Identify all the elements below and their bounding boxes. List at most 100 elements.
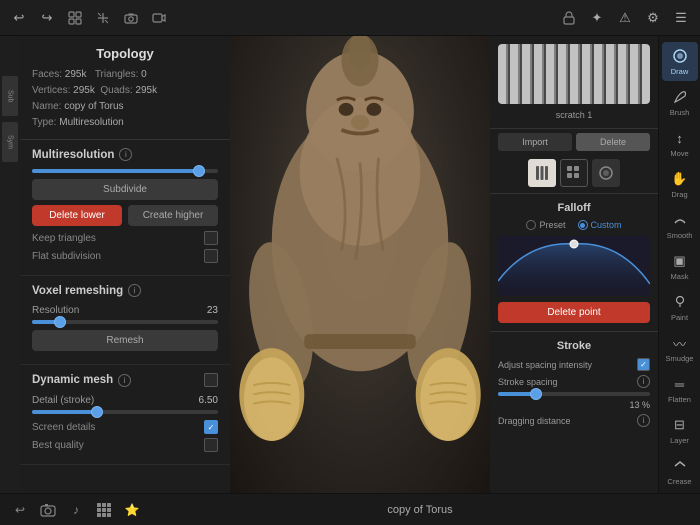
- toolbar-transform[interactable]: [92, 7, 114, 29]
- multiresolution-header: Multiresolution i: [32, 148, 218, 161]
- flat-subdivision-label: Flat subdivision: [32, 251, 101, 262]
- tool-smooth[interactable]: Smooth: [662, 206, 698, 245]
- bottom-undo-icon[interactable]: ↩: [10, 500, 30, 520]
- falloff-options: Preset Custom: [498, 220, 650, 230]
- toolbar-lock[interactable]: [558, 7, 580, 29]
- tool-paint[interactable]: Paint: [662, 288, 698, 327]
- multiresolution-info-icon[interactable]: i: [119, 148, 132, 161]
- toolbar-redo[interactable]: ↪: [36, 7, 58, 29]
- detail-label-row: Detail (stroke) 6.50: [32, 395, 218, 406]
- bottom-music-icon[interactable]: ♪: [66, 500, 86, 520]
- voxel-thumb[interactable]: [54, 316, 66, 328]
- voxel-header: Voxel remeshing i: [32, 284, 218, 297]
- stroke-spacing-row: Stroke spacing i: [498, 375, 650, 388]
- voxel-title: Voxel remeshing: [32, 285, 123, 297]
- multiresolution-thumb[interactable]: [193, 165, 205, 177]
- multiresolution-slider[interactable]: [32, 169, 218, 173]
- dynamic-mesh-toggle[interactable]: [204, 373, 218, 387]
- left-sidebar: Sub Sym: [0, 36, 20, 493]
- falloff-preset-radio[interactable]: [526, 220, 536, 230]
- tool-crease[interactable]: Crease: [662, 452, 698, 491]
- bottom-grid-icon[interactable]: [94, 500, 114, 520]
- resolution-label: Resolution: [32, 305, 79, 316]
- brush-icon: [671, 88, 689, 106]
- keep-triangles-checkbox[interactable]: [204, 231, 218, 245]
- falloff-custom-radio[interactable]: [578, 220, 588, 230]
- flat-subdivision-checkbox[interactable]: [204, 249, 218, 263]
- dynamic-mesh-section: Dynamic mesh i Detail (stroke) 6.50: [20, 365, 230, 465]
- delete-lower-button[interactable]: Delete lower: [32, 205, 122, 226]
- toolbar-star[interactable]: ✦: [586, 7, 608, 29]
- viewport[interactable]: [230, 36, 490, 493]
- brush-icon-2[interactable]: [560, 159, 588, 187]
- sub-button[interactable]: Sub: [2, 76, 18, 116]
- name-value: copy of Torus: [64, 101, 123, 112]
- dragging-distance-info[interactable]: i: [637, 414, 650, 427]
- tool-move[interactable]: ↕ Move: [662, 124, 698, 163]
- sym-button[interactable]: Sym: [2, 122, 18, 162]
- tool-drag[interactable]: ✋ Drag: [662, 165, 698, 204]
- toolbar-video[interactable]: [148, 7, 170, 29]
- stroke-title: Stroke: [498, 340, 650, 352]
- subdivide-button[interactable]: Subdivide: [32, 179, 218, 200]
- sculpture-svg: [230, 36, 490, 493]
- toolbar-warning[interactable]: ⚠: [614, 7, 636, 29]
- detail-thumb[interactable]: [91, 406, 103, 418]
- tool-draw[interactable]: Draw: [662, 42, 698, 81]
- tool-strip: Draw Brush ↕ Move ✋ Drag: [658, 36, 700, 493]
- falloff-graph[interactable]: [498, 236, 650, 296]
- delete-button[interactable]: Delete: [576, 133, 650, 151]
- create-higher-button[interactable]: Create higher: [128, 205, 218, 226]
- multiresolution-action-row: Delete lower Create higher: [32, 205, 218, 226]
- detail-track: [32, 410, 218, 414]
- resolution-value: 23: [207, 305, 218, 316]
- layer-icon: ⊟: [671, 416, 689, 434]
- tool-flatten[interactable]: ═ Flatten: [662, 370, 698, 409]
- tool-smudge[interactable]: 〰 Smudge: [662, 329, 698, 368]
- smooth-label: Smooth: [667, 231, 693, 240]
- move-icon: ↕: [671, 129, 689, 147]
- smooth-icon: [671, 211, 689, 229]
- tool-mask[interactable]: ▣ Mask: [662, 247, 698, 286]
- bottom-camera-icon[interactable]: [38, 500, 58, 520]
- screen-details-checkbox[interactable]: ✓: [204, 420, 218, 434]
- brush-icon-3[interactable]: [592, 159, 620, 187]
- best-quality-checkbox[interactable]: [204, 438, 218, 452]
- best-quality-row: Best quality: [32, 438, 218, 452]
- falloff-preset-label: Preset: [539, 220, 565, 230]
- stroke-spacing-value: 13 %: [625, 400, 650, 410]
- mask-label: Mask: [671, 272, 689, 281]
- toolbar-menu[interactable]: ☰: [670, 7, 692, 29]
- topology-section: Topology Faces: 295k Triangles: 0 Vertic…: [20, 36, 230, 140]
- adjust-spacing-checkbox[interactable]: [637, 358, 650, 371]
- stroke-spacing-thumb[interactable]: [530, 388, 542, 400]
- detail-fill: [32, 410, 97, 414]
- voxel-track: [32, 320, 218, 324]
- stroke-spacing-info[interactable]: i: [637, 375, 650, 388]
- move-label: Move: [670, 149, 688, 158]
- brush-icon-1[interactable]: [528, 159, 556, 187]
- brush-name: scratch 1: [498, 110, 650, 120]
- left-panel: Topology Faces: 295k Triangles: 0 Vertic…: [20, 36, 230, 493]
- remesh-button[interactable]: Remesh: [32, 330, 218, 351]
- adjust-spacing-label: Adjust spacing intensity: [498, 360, 637, 370]
- stroke-spacing-label: Stroke spacing: [498, 377, 637, 387]
- toolbar-settings[interactable]: ⚙: [642, 7, 664, 29]
- dynamic-mesh-info-icon[interactable]: i: [118, 374, 131, 387]
- stroke-spacing-slider-container[interactable]: [498, 392, 650, 396]
- tool-brush[interactable]: Brush: [662, 83, 698, 122]
- detail-slider[interactable]: [32, 410, 218, 414]
- import-button[interactable]: Import: [498, 133, 572, 151]
- flatten-label: Flatten: [668, 395, 691, 404]
- voxel-info-icon[interactable]: i: [128, 284, 141, 297]
- voxel-slider[interactable]: [32, 320, 218, 324]
- bottom-star-icon[interactable]: ⭐: [122, 500, 142, 520]
- toolbar-camera[interactable]: [120, 7, 142, 29]
- falloff-custom-option[interactable]: Custom: [578, 220, 622, 230]
- delete-point-button[interactable]: Delete point: [498, 302, 650, 323]
- toolbar-edit[interactable]: [64, 7, 86, 29]
- tool-layer[interactable]: ⊟ Layer: [662, 411, 698, 450]
- multiresolution-title: Multiresolution: [32, 149, 114, 161]
- falloff-preset-option[interactable]: Preset: [526, 220, 565, 230]
- toolbar-undo[interactable]: ↩: [8, 7, 30, 29]
